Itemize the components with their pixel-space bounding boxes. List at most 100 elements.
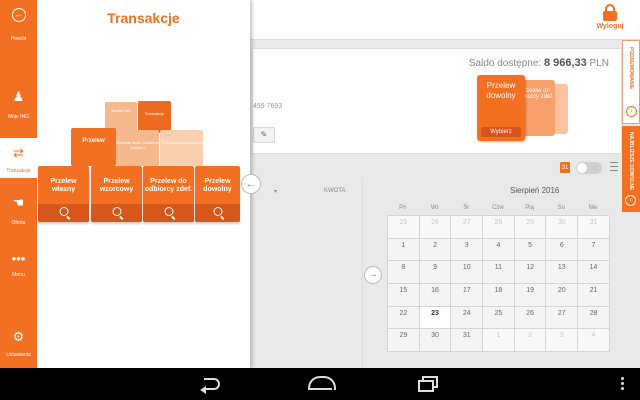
tile-przelew-label: Przelew (82, 138, 105, 144)
calendar-day[interactable]: 31 (578, 216, 610, 239)
calendar-day[interactable]: 14 (578, 261, 610, 285)
drawer-collapse-icon[interactable]: ← (241, 174, 261, 194)
calendar-day[interactable]: 28 (483, 216, 515, 239)
zoom-icon[interactable] (213, 207, 222, 216)
calendar-day[interactable]: 25 (388, 216, 420, 239)
saldo-label: Saldo dostępne: (468, 58, 542, 69)
calendar-tools: 31 (560, 161, 630, 175)
calendar-day[interactable]: 2 (419, 238, 452, 262)
calendar-day[interactable]: 27 (546, 306, 579, 330)
tile-przelew-wzorcowy[interactable]: Przelew wzorcowy (91, 166, 142, 222)
tile-przelew[interactable]: Przelew (71, 128, 116, 166)
promo-main-line1: Przelew (486, 81, 516, 90)
col-amount[interactable]: KWOTA (324, 188, 346, 194)
nav-recent-apps-icon[interactable] (418, 376, 440, 392)
logout-label: Wyloguj (596, 23, 624, 30)
rail-mojeing-label: Moje ING (7, 114, 30, 120)
tile-przelew-wlasny[interactable]: Przelew własny (38, 166, 89, 222)
calendar-day[interactable]: 25 (483, 306, 515, 330)
zoom-icon[interactable] (112, 207, 121, 216)
rail-menu[interactable]: ••• Menu (0, 252, 37, 279)
rail-menu-label: Menu (12, 272, 25, 278)
calendar-day[interactable]: 30 (546, 216, 579, 239)
calendar-day[interactable]: 6 (546, 238, 579, 262)
rail-transakcje[interactable]: ⇄ Transakcje (0, 138, 37, 178)
calendar-day[interactable]: 21 (578, 284, 610, 307)
rail-ustawienia[interactable]: ⚙ Ustawienia (0, 330, 37, 359)
rail-oferta[interactable]: ☚ Oferta (0, 196, 37, 227)
weekday-label: Pn (399, 205, 407, 211)
list-header: ▾ KWOTA (252, 182, 362, 200)
calendar-day[interactable]: 23 (419, 306, 452, 330)
calendar-day[interactable]: 9 (419, 261, 452, 285)
calendar-day[interactable]: 13 (546, 261, 579, 285)
calendar-day[interactable]: 7 (578, 238, 610, 262)
logout-button[interactable]: Wyloguj (590, 4, 630, 30)
person-icon: ♟ (12, 89, 25, 104)
calendar-day[interactable]: 10 (451, 261, 484, 285)
nav-back-icon[interactable] (200, 376, 222, 394)
calendar-day[interactable]: 11 (483, 261, 515, 285)
tile-wplaty-label: Wpłaty ING (110, 108, 132, 113)
nav-overflow-icon[interactable] (621, 377, 624, 391)
promo-card-main[interactable]: Przelew dowolny Wybierz (477, 75, 525, 141)
weekday-label: Śr (463, 205, 470, 211)
saldo-value: 8 966,33 (543, 57, 587, 69)
rail-back[interactable]: ← Powrót (0, 8, 37, 42)
expand-calendar-icon[interactable]: → (364, 266, 382, 284)
calendar-day[interactable]: 29 (388, 329, 420, 353)
tile-transakcje[interactable]: Transakcje (138, 101, 171, 133)
calendar-day[interactable]: 12 (514, 261, 547, 285)
tile-splata-label: Spłata karty kredytowej (160, 140, 203, 145)
calendar-day[interactable]: 22 (388, 306, 420, 330)
calendar-day[interactable]: 2 (514, 329, 547, 353)
sort-icon[interactable]: ▾ (274, 188, 277, 195)
tile-zlecenie[interactable]: Zlecenie stałe/ Zasilenie telefonu (116, 130, 159, 166)
zoom-icon[interactable] (164, 207, 173, 216)
app-screen: Wyloguj Saldo dostępne: 8 966,33 PLN 459… (0, 0, 640, 400)
calendar-day[interactable]: 17 (451, 284, 484, 307)
calendar-day[interactable]: 8 (388, 261, 420, 285)
choose-button[interactable]: Wybierz (481, 127, 521, 137)
weekday-label: Wt (430, 205, 439, 211)
tile-przelew-zdef[interactable]: Przelew do odbiorcy zdef. (143, 166, 194, 222)
tile-transakcje-label: Transakcje (144, 111, 165, 116)
calendar-day[interactable]: 15 (388, 284, 420, 307)
divider (362, 180, 363, 370)
side-rail: ← Powrót ♟ Moje ING ⇄ Transakcje ☚ Ofert… (0, 0, 37, 368)
calendar-toggle[interactable] (576, 162, 602, 174)
arrow-left-icon: ‹ (625, 195, 636, 206)
calendar-day[interactable]: 1 (388, 238, 420, 262)
calendar-day[interactable]: 29 (514, 216, 547, 239)
calendar-icon[interactable]: 31 (560, 162, 570, 173)
calendar-day[interactable]: 1 (483, 329, 515, 353)
calendar-day[interactable]: 26 (514, 306, 547, 330)
rail-mojeing[interactable]: ♟ Moje ING (0, 89, 37, 121)
tab-summary[interactable]: PODSUMOWANIE › (622, 40, 640, 124)
calendar-day[interactable]: 5 (514, 238, 547, 262)
calendar-day[interactable]: 27 (451, 216, 484, 239)
calendar-day[interactable]: 26 (419, 216, 452, 239)
calendar-weekdays: Pn Wt Śr Czw Pią So Nie (387, 205, 609, 215)
calendar-day[interactable]: 3 (546, 329, 579, 353)
calendar-day[interactable]: 3 (451, 238, 484, 262)
calendar-day[interactable]: 4 (483, 238, 515, 262)
calendar-day[interactable]: 31 (451, 329, 484, 353)
tile-splata[interactable]: Spłata karty kredytowej (160, 130, 203, 166)
calendar-day[interactable]: 20 (546, 284, 579, 307)
nav-home-icon[interactable] (308, 376, 336, 390)
edit-icon[interactable]: ✎ (253, 127, 275, 143)
transactions-drawer: ← Powrót ♟ Moje ING ⇄ Transakcje ☚ Ofert… (0, 0, 250, 368)
tile-przelew-dowolny[interactable]: Przelew dowolny (195, 166, 240, 222)
weekday-label: Pią (525, 205, 534, 211)
calendar-day[interactable]: 19 (514, 284, 547, 307)
calendar-day[interactable]: 30 (419, 329, 452, 353)
list-menu-icon[interactable] (610, 162, 618, 172)
tile-big-1-l1: Przelew (50, 178, 77, 185)
calendar-day[interactable]: 18 (483, 284, 515, 307)
zoom-icon[interactable] (59, 207, 68, 216)
calendar-day[interactable]: 28 (578, 306, 610, 330)
calendar-day[interactable]: 24 (451, 306, 484, 330)
calendar-day[interactable]: 16 (419, 284, 452, 307)
calendar-day[interactable]: 4 (578, 329, 610, 353)
